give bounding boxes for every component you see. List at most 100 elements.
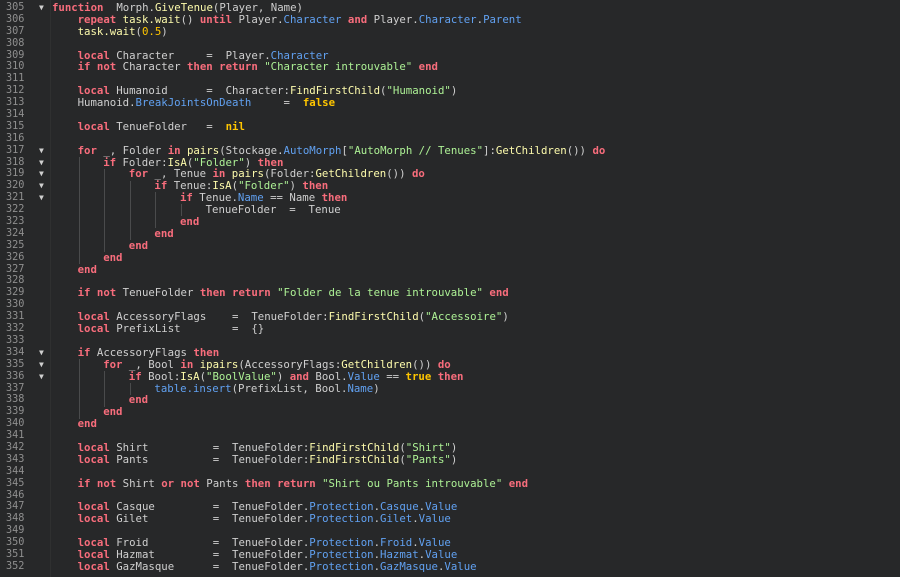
fold-toggle-icon[interactable]: ▼ <box>39 347 44 359</box>
code-token: GetChildren <box>495 143 567 157</box>
line-number-row: 350 <box>0 537 50 549</box>
line-number-row: 324 <box>0 228 50 240</box>
code-token: if <box>180 191 193 205</box>
code-line[interactable]: if not Character then return "Character … <box>50 61 900 73</box>
fold-toggle-icon[interactable]: ▼ <box>39 371 44 383</box>
code-line-text: end <box>103 406 122 418</box>
line-number: 322 <box>6 204 25 216</box>
line-number: 335 <box>6 358 25 370</box>
line-number-row: 342 <box>0 442 50 454</box>
code-line-text: local GazMasque = TenueFolder.Protection… <box>78 559 477 573</box>
code-line-text: end <box>129 239 148 252</box>
line-number: 318 <box>6 156 25 168</box>
code-token: if <box>77 345 91 359</box>
code-line[interactable]: end <box>50 239 900 252</box>
code-line[interactable]: TenueFolder = Tenue <box>50 204 900 216</box>
code-line-text: task.wait(0.5) <box>78 25 168 38</box>
code-token: end <box>180 215 200 229</box>
fold-toggle-icon[interactable]: ▼ <box>39 145 44 157</box>
line-number: 343 <box>6 453 25 465</box>
line-number-row: 328 <box>0 275 50 287</box>
code-token: until <box>199 12 233 26</box>
code-token: "Shirt ou Pants introuvable" <box>322 476 503 490</box>
line-number: 330 <box>6 299 25 311</box>
line-number-row: 349 <box>0 525 50 537</box>
line-number: 307 <box>6 25 25 37</box>
code-token: for <box>128 167 149 181</box>
line-number-row: 311 <box>0 73 50 85</box>
line-number-row: 319 ▼ <box>0 168 50 180</box>
line-number: 344 <box>6 465 25 477</box>
code-token: ) <box>373 381 380 395</box>
code-line[interactable]: end <box>50 418 900 430</box>
code-token: ) <box>502 310 509 324</box>
code-line[interactable]: end <box>50 263 900 276</box>
code-line-text: Humanoid.BreakJointsOnDeath = false <box>78 97 335 109</box>
code-token: Gilet <box>380 512 413 526</box>
code-token: Name <box>347 381 374 395</box>
code-token: GazMasque <box>380 559 438 573</box>
line-number: 349 <box>6 525 25 537</box>
line-number-row: 339 <box>0 406 50 418</box>
fold-toggle-icon[interactable]: ▼ <box>39 192 44 204</box>
code-line[interactable]: end <box>50 394 900 406</box>
line-number-row: 337 <box>0 383 50 395</box>
code-token: if <box>103 155 117 169</box>
line-number: 351 <box>6 548 25 560</box>
line-number: 337 <box>6 382 25 394</box>
line-number: 338 <box>6 394 25 406</box>
fold-toggle-icon[interactable]: ▼ <box>39 2 44 14</box>
code-line[interactable]: if not TenueFolder then return "Folder d… <box>50 287 900 299</box>
code-token: Pants <box>199 476 245 490</box>
line-number: 311 <box>6 73 25 85</box>
fold-toggle-icon[interactable]: ▼ <box>39 168 44 180</box>
code-line[interactable]: local GazMasque = TenueFolder.Protection… <box>50 559 900 573</box>
fold-toggle-icon[interactable]: ▼ <box>39 359 44 371</box>
code-line[interactable]: local Gilet = TenueFolder.Protection.Gil… <box>50 513 900 525</box>
code-line[interactable]: Humanoid.BreakJointsOnDeath = false <box>50 97 900 109</box>
code-line-text: end <box>78 263 97 276</box>
line-number: 323 <box>6 216 25 228</box>
code-token: end <box>103 405 123 419</box>
line-number-row: 347 <box>0 501 50 513</box>
fold-toggle-icon[interactable]: ▼ <box>39 157 44 169</box>
code-token: for <box>77 143 97 157</box>
line-number: 328 <box>6 275 25 287</box>
line-number: 305 <box>6 2 25 13</box>
line-number: 320 <box>6 180 25 192</box>
code-token: Value <box>418 512 451 526</box>
line-number: 333 <box>6 334 25 346</box>
code-line[interactable]: local Pants = TenueFolder:FindFirstChild… <box>50 452 900 466</box>
code-token: Character <box>418 12 477 26</box>
code-line[interactable]: end <box>50 216 900 228</box>
code-line[interactable]: local TenueFolder = nil <box>50 120 900 133</box>
line-number-row: 336 ▼ <box>0 371 50 383</box>
fold-toggle-icon[interactable]: ▼ <box>39 180 44 192</box>
code-line[interactable]: end <box>50 227 900 240</box>
code-line[interactable]: if Tenue.Name == Name then <box>50 192 900 204</box>
code-line[interactable]: repeat task.wait() until Player.Characte… <box>50 12 900 26</box>
code-line[interactable]: end <box>50 250 900 264</box>
code-line[interactable]: table.insert(PrefixList, Bool.Name) <box>50 381 900 395</box>
code-line-text: if not Shirt or not Pants then return "S… <box>78 476 528 490</box>
line-number-row: 340 <box>0 418 50 430</box>
code-line[interactable]: local PrefixList = {} <box>50 323 900 335</box>
code-token: end <box>103 250 123 264</box>
code-token: TenueFolder = Tenue <box>205 203 341 217</box>
code-line[interactable]: if Tenue:IsA("Folder") then <box>50 180 900 192</box>
code-line[interactable]: end <box>50 406 900 418</box>
code-line-text: local Pants = TenueFolder:FindFirstChild… <box>78 452 458 466</box>
indent-guide <box>104 370 106 407</box>
code-line[interactable]: if not Shirt or not Pants then return "S… <box>50 476 900 490</box>
line-number: 315 <box>6 120 25 132</box>
indent-guide <box>129 382 131 395</box>
line-number-row: 323 <box>0 216 50 228</box>
code-token: end <box>77 417 97 431</box>
code-token: "Humanoid" <box>386 84 451 98</box>
code-editor[interactable]: 305 ▼ 306 307 308 309 310 311 312 313 314 315 316 317… <box>0 0 900 577</box>
code-token: FindFirstChild <box>309 452 400 466</box>
line-number-row: 309 <box>0 50 50 62</box>
indent-guide <box>78 156 80 264</box>
code-line[interactable]: task.wait(0.5) <box>50 25 900 38</box>
code-area[interactable]: function Morph.GiveTenue(Player, Name) re… <box>50 0 900 577</box>
